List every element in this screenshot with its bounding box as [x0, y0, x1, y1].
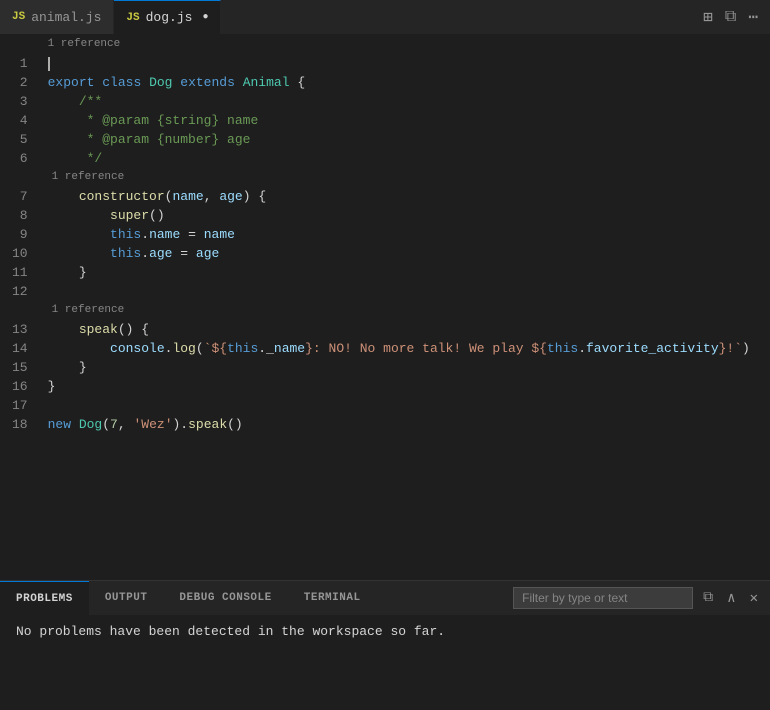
tab-problems[interactable]: PROBLEMS [0, 581, 89, 615]
code-line-7: constructor(name, age) { [48, 187, 770, 206]
text-cursor [48, 57, 50, 71]
code-line-11: } [48, 263, 770, 282]
code-line-10: this.age = age [48, 244, 770, 263]
js-icon: JS [12, 11, 25, 23]
tab-debug-console[interactable]: DEBUG CONSOLE [163, 581, 287, 615]
more-actions-icon[interactable]: ⋯ [744, 5, 762, 29]
editor-area: 1 2 3 4 5 6 7 8 9 10 11 12 13 14 15 16 1… [0, 35, 770, 580]
code-line-18: new Dog(7, 'Wez').speak() [48, 415, 770, 434]
code-editor[interactable]: 1 reference export class Dog extends Ani… [44, 35, 770, 580]
tab-terminal[interactable]: TERMINAL [288, 581, 377, 615]
code-line-9: this.name = name [48, 225, 770, 244]
code-line-12 [48, 282, 770, 301]
panel-filter: ⧉ ∧ ✕ [513, 587, 770, 609]
code-line-6: */ [48, 149, 770, 168]
tab-dog-js[interactable]: JS dog.js ● [114, 0, 221, 34]
code-line-2: export class Dog extends Animal { [48, 73, 770, 92]
no-problems-message: No problems have been detected in the wo… [16, 624, 445, 639]
panel-content: No problems have been detected in the wo… [0, 616, 770, 710]
code-line-13: speak() { [48, 320, 770, 339]
tab-label-dog-js: dog.js [146, 10, 193, 25]
ref-line-constructor[interactable]: 1 reference [48, 168, 770, 187]
code-line-4: * @param {string} name [48, 111, 770, 130]
open-editors-icon[interactable]: ⊞ [699, 5, 717, 29]
ref-line-top[interactable]: 1 reference [48, 35, 770, 54]
ref-line-speak[interactable]: 1 reference [48, 301, 770, 320]
tab-bar-actions: ⊞ ⧉ ⋯ [699, 5, 770, 29]
code-line-17 [48, 396, 770, 415]
panel-close-icon[interactable]: ✕ [746, 588, 762, 609]
panel-collapse-icon[interactable]: ∧ [723, 588, 739, 609]
bottom-panel: PROBLEMS OUTPUT DEBUG CONSOLE TERMINAL ⧉… [0, 580, 770, 710]
code-line-8: super() [48, 206, 770, 225]
panel-copy-icon[interactable]: ⧉ [699, 588, 717, 608]
tab-output[interactable]: OUTPUT [89, 581, 164, 615]
js-icon-2: JS [126, 12, 139, 24]
code-line-16: } [48, 377, 770, 396]
code-line-14: console.log(`${this._name}: NO! No more … [48, 339, 770, 358]
line-numbers: 1 2 3 4 5 6 7 8 9 10 11 12 13 14 15 16 1… [0, 35, 44, 580]
code-line-5: * @param {number} age [48, 130, 770, 149]
code-line-3: /** [48, 92, 770, 111]
tab-close-dog-js[interactable]: ● [202, 12, 208, 23]
code-line-15: } [48, 358, 770, 377]
tab-bar: JS animal.js JS dog.js ● ⊞ ⧉ ⋯ [0, 0, 770, 35]
filter-input[interactable] [513, 587, 693, 609]
code-line-1 [48, 54, 770, 73]
split-editor-icon[interactable]: ⧉ [721, 6, 740, 28]
tab-label-animal-js: animal.js [31, 10, 101, 25]
tab-animal-js[interactable]: JS animal.js [0, 0, 114, 34]
panel-tabs: PROBLEMS OUTPUT DEBUG CONSOLE TERMINAL ⧉… [0, 581, 770, 616]
